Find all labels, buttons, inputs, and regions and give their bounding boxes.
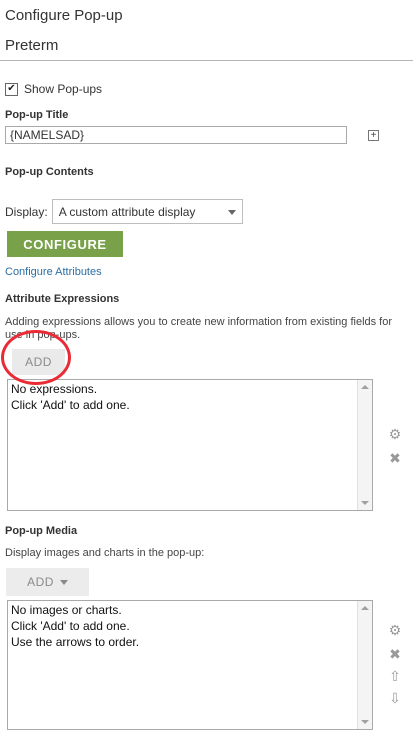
move-up-icon[interactable]: ⇧ xyxy=(387,668,403,684)
scroll-up-icon[interactable] xyxy=(361,606,369,610)
popup-media-description: Display images and charts in the pop-up: xyxy=(5,547,205,559)
move-down-icon[interactable]: ⇩ xyxy=(387,690,403,706)
gear-icon[interactable]: ⚙ xyxy=(387,622,403,638)
delete-icon[interactable]: ✖ xyxy=(387,450,403,466)
chevron-down-icon xyxy=(227,210,236,215)
popup-title-label: Pop-up Title xyxy=(5,109,69,121)
display-select-value: A custom attribute display xyxy=(58,204,196,219)
configure-attributes-link[interactable]: Configure Attributes xyxy=(5,266,102,278)
popup-title-input[interactable] xyxy=(5,126,347,144)
popup-media-label: Pop-up Media xyxy=(5,525,78,537)
layer-name: Preterm xyxy=(5,37,59,54)
media-list[interactable]: No images or charts. Click 'Add' to add … xyxy=(7,600,373,730)
display-select[interactable]: A custom attribute display xyxy=(51,199,243,224)
show-popups-row[interactable]: ✔ Show Pop-ups xyxy=(5,81,102,97)
add-media-label: ADD xyxy=(27,575,54,589)
display-row: Display: A custom attribute display xyxy=(5,199,243,224)
list-item: Click 'Add' to add one. xyxy=(11,398,130,412)
display-label: Display: xyxy=(5,204,48,219)
panel-title: Configure Pop-up xyxy=(5,7,123,24)
scroll-up-icon[interactable] xyxy=(361,385,369,389)
configure-popup-panel: Configure Pop-up Preterm ✔ Show Pop-ups … xyxy=(0,0,413,739)
show-popups-label: Show Pop-ups xyxy=(24,82,103,96)
attribute-expressions-description: Adding expressions allows you to create … xyxy=(5,316,393,341)
list-item: No expressions. xyxy=(11,382,98,396)
attribute-expressions-label: Attribute Expressions xyxy=(5,293,120,305)
scroll-down-icon[interactable] xyxy=(361,501,369,505)
delete-icon[interactable]: ✖ xyxy=(387,646,403,662)
show-popups-checkbox[interactable]: ✔ xyxy=(5,82,18,96)
list-item: No images or charts. xyxy=(11,603,122,617)
popup-contents-label: Pop-up Contents xyxy=(5,166,94,178)
checkbox-check-icon: ✔ xyxy=(7,83,16,94)
add-expression-button[interactable]: ADD xyxy=(12,349,65,375)
scrollbar[interactable] xyxy=(357,380,372,510)
add-media-button[interactable]: ADD xyxy=(6,568,89,596)
divider xyxy=(0,60,413,61)
list-item: Click 'Add' to add one. xyxy=(11,619,130,633)
scrollbar[interactable] xyxy=(357,601,372,729)
plus-icon[interactable]: + xyxy=(368,130,379,141)
gear-icon[interactable]: ⚙ xyxy=(387,426,403,442)
chevron-down-icon xyxy=(59,579,68,585)
scroll-down-icon[interactable] xyxy=(361,720,369,724)
list-item: Use the arrows to order. xyxy=(11,635,140,649)
expressions-list[interactable]: No expressions. Click 'Add' to add one. xyxy=(7,379,373,511)
configure-button[interactable]: CONFIGURE xyxy=(7,231,123,257)
